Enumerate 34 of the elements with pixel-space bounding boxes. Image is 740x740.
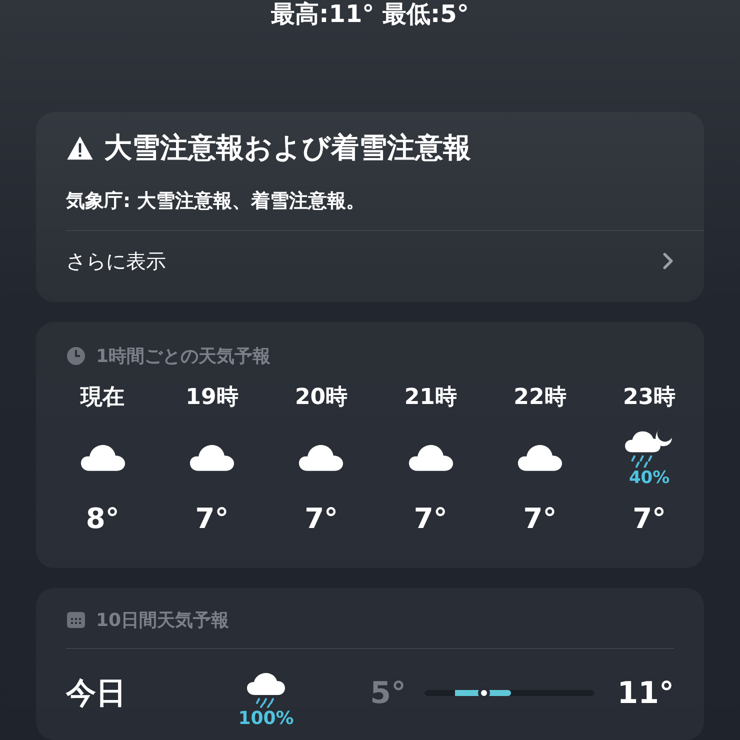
precipitation-chance: 100%	[238, 708, 294, 728]
chevron-icon	[662, 252, 674, 270]
section-title: 1時間ごとの天気予報	[96, 345, 271, 368]
hour-temperature: 7°	[195, 502, 229, 535]
hour-temperature: 7°	[414, 502, 448, 535]
cloud-icon	[408, 442, 454, 472]
hour-label: 21時	[404, 384, 457, 412]
hour-label: 20時	[295, 384, 348, 412]
alert-text: 気象庁: 大雪注意報、着雪注意報。	[66, 189, 366, 214]
warning-icon	[66, 135, 94, 161]
alert-title: 大雪注意報および着雪注意報	[104, 130, 471, 166]
cloud-icon	[516, 442, 563, 472]
rain-cloud-icon	[246, 672, 286, 708]
hour-label: 19時	[186, 384, 238, 412]
hour-label: 23時	[622, 384, 676, 412]
show-more-link[interactable]: さらに表示	[66, 231, 704, 291]
day-label: 今日	[66, 674, 127, 712]
cloud-icon	[80, 442, 126, 472]
low-temperature: 5°	[369, 676, 406, 710]
section-title: 10日間天気予報	[96, 609, 230, 632]
rain-moon-icon	[624, 426, 674, 468]
high-low-temperature: 最高:11° 最低:5°	[270, 0, 470, 30]
hour-temperature: 7°	[304, 502, 338, 535]
hour-temperature: 7°	[523, 502, 557, 535]
clock-icon	[66, 346, 86, 366]
cloud-icon	[188, 442, 235, 472]
high-temperature: 11°	[616, 676, 674, 710]
hour-label: 22時	[514, 384, 566, 412]
precipitation-chance: 40%	[628, 468, 670, 488]
hour-temperature: 7°	[632, 502, 666, 535]
cloud-icon	[298, 442, 344, 472]
calendar-icon	[66, 610, 86, 630]
hour-temperature: 8°	[86, 502, 120, 535]
hour-label: 現在	[80, 384, 125, 412]
